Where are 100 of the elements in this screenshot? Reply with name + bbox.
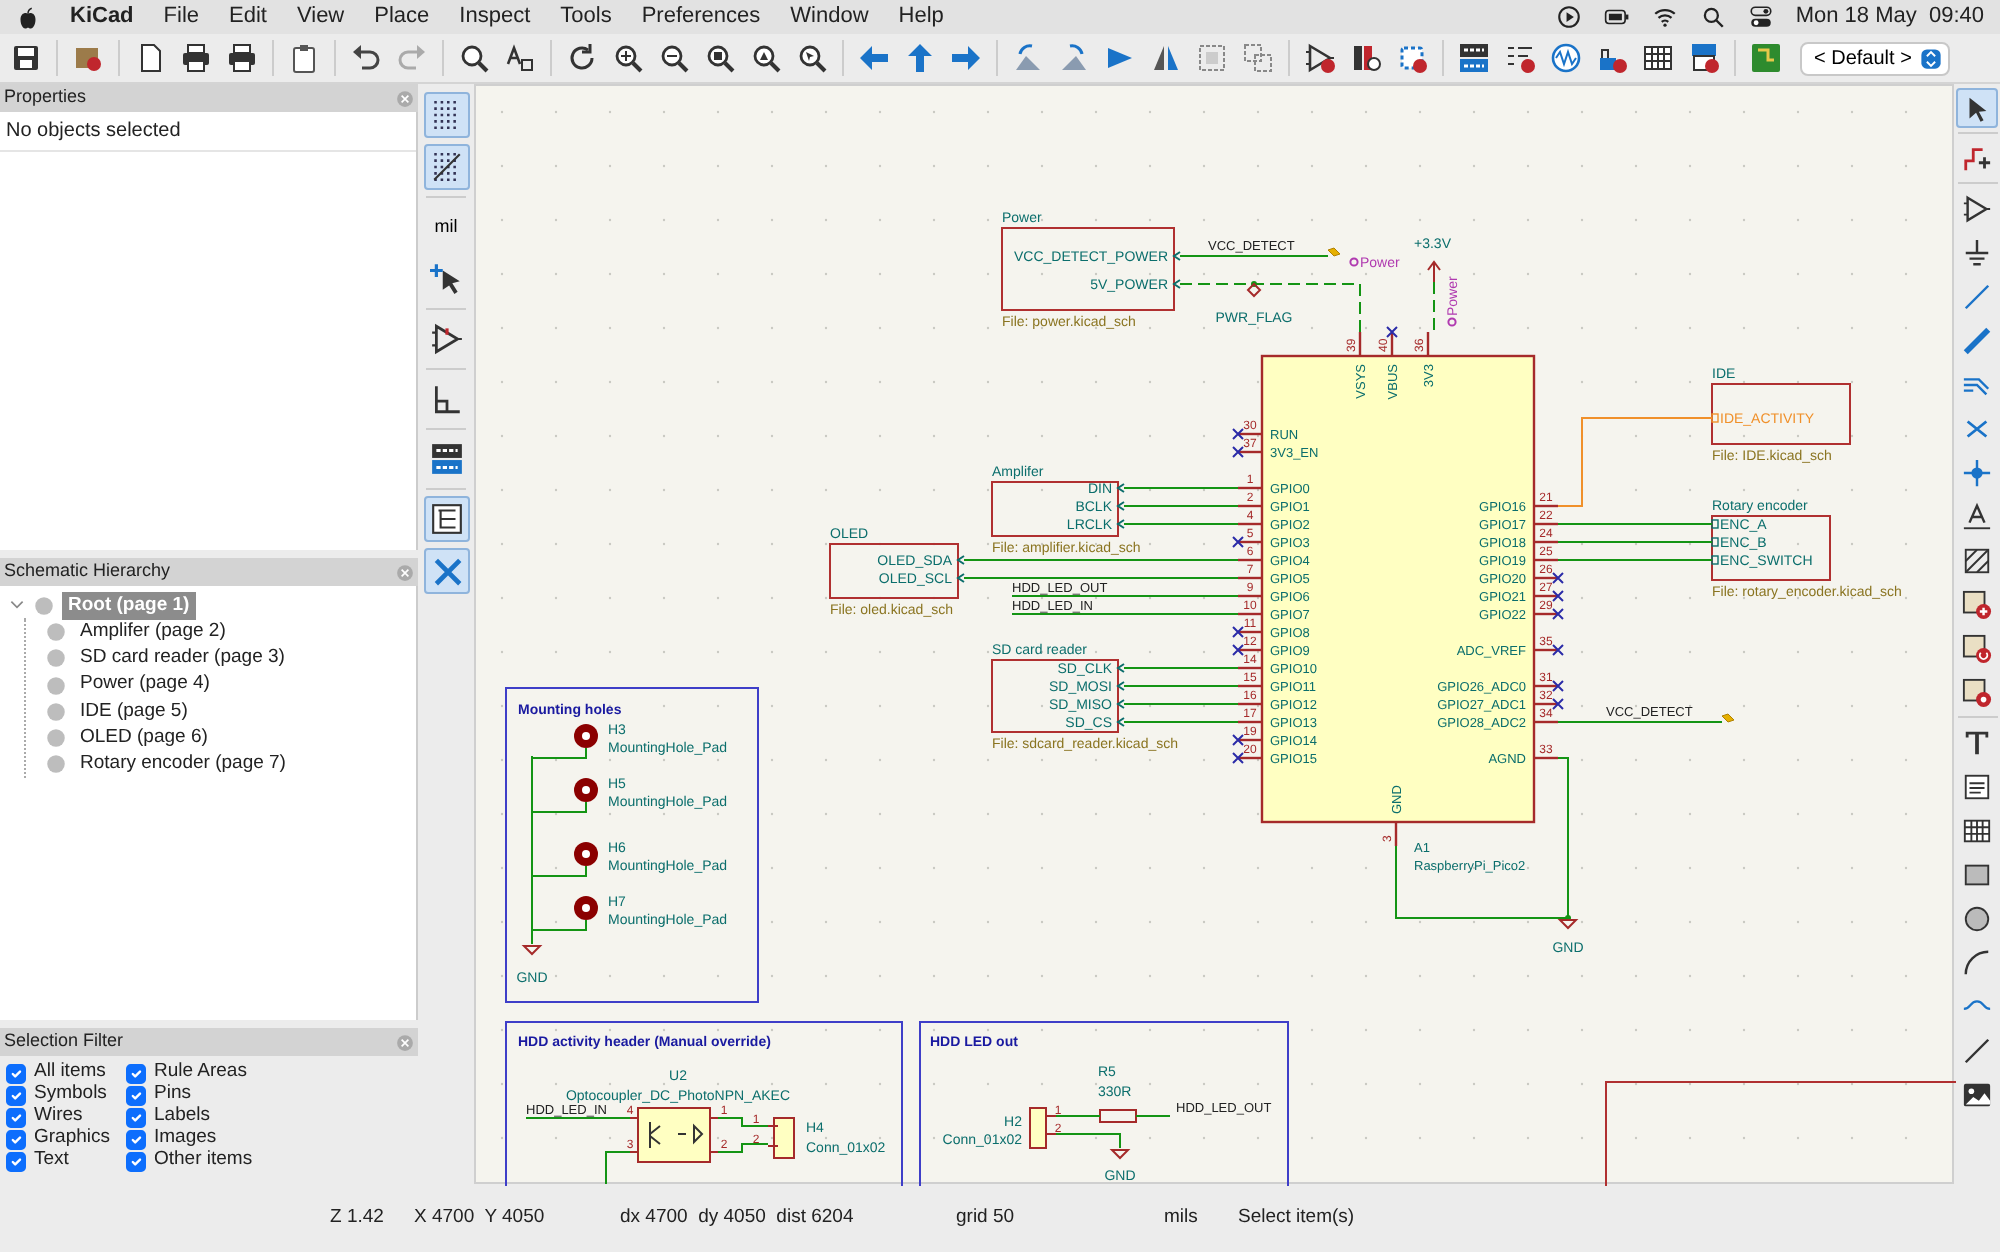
control-center-icon[interactable] [1747, 4, 1774, 30]
printer-icon[interactable] [180, 42, 212, 74]
table-icon [1962, 815, 1992, 845]
mirror-icon[interactable] [1104, 42, 1136, 74]
tree-item[interactable]: IDE (page 5) [74, 697, 194, 726]
chip-icon[interactable] [1396, 42, 1428, 74]
checkbox[interactable] [6, 1107, 26, 1127]
checkbox[interactable] [126, 1107, 146, 1127]
toggle-button[interactable] [423, 496, 469, 542]
clipboard-icon[interactable] [288, 42, 320, 74]
tree-item[interactable]: OLED (page 6) [74, 724, 214, 753]
checkbox-label: Other items [154, 1146, 253, 1175]
sheet-box [1711, 383, 1851, 445]
checkbox[interactable] [126, 1063, 146, 1083]
wire [1055, 1133, 1121, 1149]
checkbox-label: Graphics [34, 1124, 111, 1151]
viewport-dropdown[interactable]: < Default > [1800, 41, 1950, 75]
rotate-right-icon[interactable] [1058, 42, 1090, 74]
resistor-symbol [1099, 1109, 1137, 1123]
menu-item[interactable]: View [296, 0, 345, 34]
zoom-out-icon[interactable] [658, 42, 690, 74]
sheet-box [991, 481, 1119, 537]
tools-icon [429, 554, 463, 588]
search-icon[interactable] [1699, 4, 1726, 30]
properties-message: No objects selected [0, 112, 416, 152]
checkbox[interactable] [126, 1085, 146, 1105]
units-button[interactable]: mil [423, 204, 469, 250]
menu-item[interactable]: Window [790, 0, 869, 34]
checkbox[interactable] [6, 1129, 26, 1149]
menu-item[interactable]: Inspect [459, 0, 531, 34]
symbol-check-icon[interactable] [1304, 42, 1336, 74]
sheet-add-icon [1962, 589, 1992, 619]
panel-title: Schematic Hierarchy [4, 558, 171, 585]
rotate-left-icon[interactable] [1012, 42, 1044, 74]
menu-item[interactable]: Help [898, 0, 944, 34]
symbol-icon [1962, 193, 1992, 223]
zoom-fit-icon[interactable] [704, 42, 736, 74]
plotter-icon[interactable] [226, 42, 258, 74]
settings-icon[interactable] [72, 42, 104, 74]
table-icon[interactable] [1642, 42, 1674, 74]
waveform-icon[interactable] [1550, 42, 1582, 74]
library-icon[interactable] [1350, 42, 1382, 74]
tree-item[interactable]: Amplifer (page 2) [74, 617, 232, 647]
pcb-icon[interactable] [1750, 42, 1782, 74]
ungroup-icon[interactable] [1242, 42, 1274, 74]
arrow-up-icon[interactable] [904, 42, 936, 74]
menu-item[interactable]: Place [374, 0, 430, 34]
app-menu[interactable]: KiCad [70, 0, 134, 34]
checkbox-label: Labels [154, 1102, 210, 1129]
wifi-icon[interactable] [1651, 4, 1678, 30]
zoom-objects-icon[interactable] [750, 42, 782, 74]
status-text: Z 1.42 [330, 1203, 386, 1232]
status-text: X 4700 Y 4050 [414, 1203, 547, 1232]
checkbox[interactable] [6, 1063, 26, 1083]
tree-item[interactable]: Rotary encoder (page 7) [74, 750, 292, 780]
zoom-in-icon[interactable] [612, 42, 644, 74]
tool-button[interactable] [1956, 88, 1998, 128]
search-icon[interactable] [458, 42, 490, 74]
bom-icon[interactable] [1688, 42, 1720, 74]
menu-item[interactable]: Edit [229, 0, 267, 34]
checkbox[interactable] [126, 1151, 146, 1171]
optocoupler-symbol [629, 1107, 719, 1163]
save-icon[interactable] [10, 42, 42, 74]
group-icon[interactable] [1196, 42, 1228, 74]
battery-icon[interactable] [1603, 4, 1630, 30]
zoom-selection-icon[interactable] [796, 42, 828, 74]
checkbox[interactable] [6, 1151, 26, 1171]
pin-marker-icon [1116, 519, 1125, 529]
refresh-icon[interactable] [566, 42, 598, 74]
wire [1123, 505, 1239, 507]
pin-marker-icon [1116, 501, 1125, 511]
sheet-icon [46, 728, 66, 749]
hole-center-icon [582, 904, 590, 912]
menu-item[interactable]: Tools [560, 0, 612, 34]
checkbox-label: Wires [34, 1102, 83, 1128]
tree-item[interactable]: Power (page 4) [74, 670, 216, 700]
arrow-left-icon[interactable] [858, 42, 890, 74]
play-icon[interactable] [1555, 4, 1582, 30]
pin-marker-icon [1172, 251, 1181, 261]
wire [1123, 703, 1239, 705]
replace-icon[interactable] [504, 42, 536, 74]
arrow-right-icon[interactable] [950, 42, 982, 74]
checkbox[interactable] [126, 1129, 146, 1149]
mirror-icon[interactable] [1150, 42, 1182, 74]
annotate-icon[interactable] [1458, 42, 1490, 74]
toggle-button[interactable] [423, 144, 469, 190]
sheet-icon [46, 675, 66, 696]
tree-item[interactable]: SD card reader (page 3) [74, 644, 291, 673]
checklist-icon[interactable] [1504, 42, 1536, 74]
menu-item[interactable]: File [163, 0, 200, 34]
menu-item[interactable]: Preferences [641, 0, 761, 34]
toggle-button[interactable] [423, 92, 469, 138]
text-icon [1962, 727, 1992, 757]
apple-icon[interactable] [16, 5, 40, 29]
ground-icon [1109, 1149, 1131, 1160]
checkbox-label: Text [34, 1146, 69, 1175]
toggle-button[interactable] [423, 548, 469, 594]
checkbox[interactable] [6, 1085, 26, 1105]
connector-symbol [767, 1117, 795, 1159]
undo-icon[interactable] [350, 42, 382, 74]
